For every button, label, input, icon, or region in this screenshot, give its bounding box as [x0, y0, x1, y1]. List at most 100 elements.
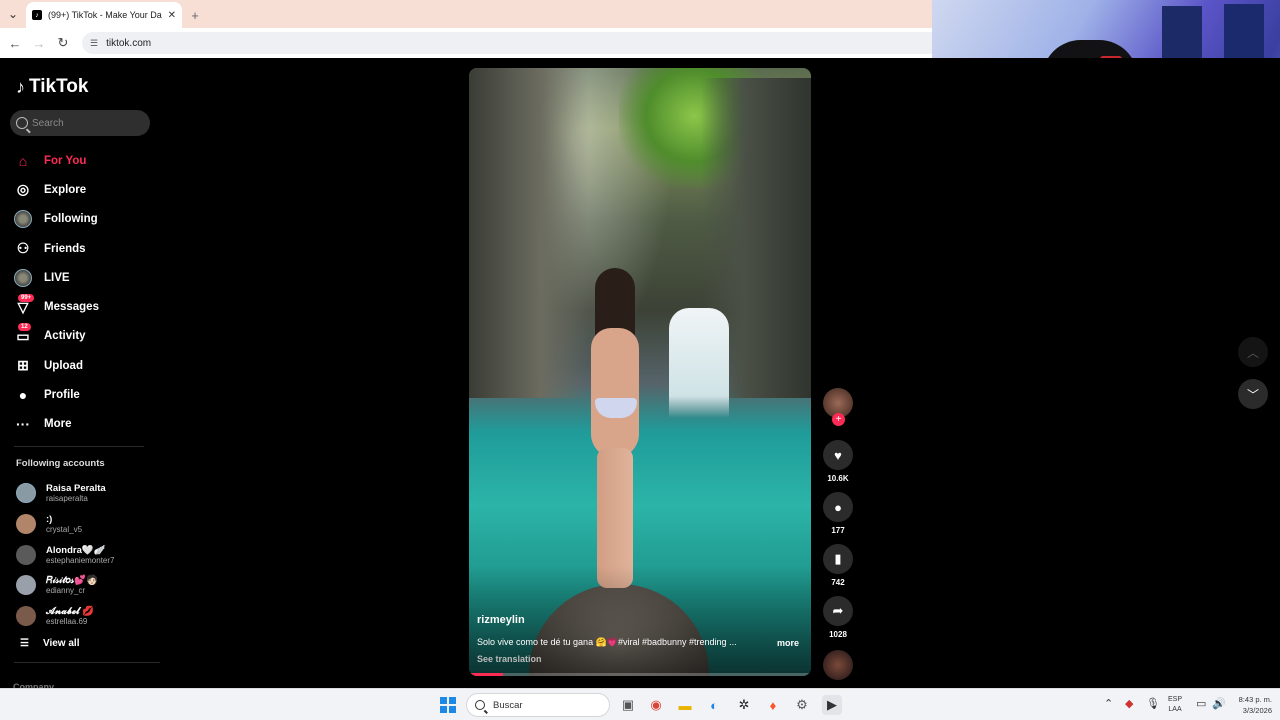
language-indicator[interactable]: ESP LAA: [1168, 695, 1182, 715]
taskbar-search-label: Buscar: [493, 699, 523, 711]
following-account[interactable]: Raisa Peralta raisaperalta: [16, 478, 166, 509]
tab-search-menu-button[interactable]: ⌄: [0, 0, 26, 28]
tray-app-icon[interactable]: ◆: [1125, 697, 1133, 710]
back-icon[interactable]: ←: [6, 34, 24, 52]
save-button[interactable]: ▮: [823, 544, 853, 574]
obs-icon[interactable]: ▶: [822, 695, 842, 715]
search-input[interactable]: Search: [10, 110, 150, 136]
taskbar-clock[interactable]: 8:43 p. m. 3/3/2026: [1230, 694, 1272, 716]
music-disc-icon[interactable]: [823, 650, 853, 680]
follow-plus-icon[interactable]: +: [832, 413, 845, 426]
video-progress-fill: [469, 673, 504, 676]
sidebar-item-profile[interactable]: ● Profile: [14, 380, 154, 409]
caption-more-button[interactable]: more: [777, 638, 799, 648]
url-text: tiktok.com: [106, 37, 152, 49]
taskbar-search[interactable]: Buscar: [466, 693, 610, 717]
sidebar-nav: ⌂ For You ◎ Explore Following ⚇ Friends …: [14, 146, 154, 439]
app-icon[interactable]: ✲: [734, 695, 754, 715]
video-progress-bar[interactable]: [469, 673, 811, 676]
sidebar-item-for-you[interactable]: ⌂ For You: [14, 146, 154, 175]
sidebar-item-friends[interactable]: ⚇ Friends: [14, 234, 154, 263]
video-person: [581, 268, 651, 588]
like-count: 10.6K: [827, 474, 849, 483]
lang-top: ESP: [1168, 696, 1183, 703]
sidebar-item-label: Activity: [44, 330, 86, 343]
clock-time: 8:43 p. m.: [1238, 695, 1272, 704]
brave-icon[interactable]: ♦: [763, 695, 783, 715]
site-info-icon[interactable]: ☰: [90, 38, 98, 49]
bookmark-icon: ▮: [834, 551, 842, 566]
heart-icon: ♥: [834, 447, 842, 463]
browser-tab[interactable]: ♪ (99+) TikTok - Make Your Day ✕: [26, 2, 182, 28]
home-icon: ⌂: [18, 152, 28, 169]
video-author[interactable]: rizmeylin: [477, 614, 525, 626]
like-button[interactable]: ♥: [823, 440, 853, 470]
tray-chevron-up-icon[interactable]: ⌃: [1104, 697, 1113, 710]
windows-start-icon[interactable]: [440, 697, 456, 713]
following-accounts-heading: Following accounts: [16, 458, 105, 469]
avatar: [16, 575, 36, 596]
avatar: [16, 514, 36, 535]
account-name: Alondra🤍🪽: [46, 544, 106, 556]
following-account[interactable]: Alondra🤍🪽 estephaniemonter7: [16, 539, 166, 570]
url-field[interactable]: ☰ tiktok.com: [82, 32, 932, 54]
following-account[interactable]: 𝑅𝒾𝓈𝒾𝓉𝑜𝓈💕🧑🏻 edianny_cr: [16, 570, 166, 601]
avatar: [16, 483, 36, 504]
sidebar-item-messages[interactable]: ▽ 99+ Messages: [14, 292, 154, 321]
list-icon: ☰: [20, 638, 29, 649]
sidebar-item-label: Explore: [44, 183, 87, 196]
sidebar-item-label: Profile: [44, 389, 80, 402]
microphone-icon[interactable]: 🎙: [1146, 697, 1160, 710]
view-all-button[interactable]: ☰ View all: [20, 638, 79, 649]
lang-bottom: LAA: [1168, 706, 1182, 713]
sidebar-item-live[interactable]: LIVE: [14, 263, 154, 292]
network-icon[interactable]: ▭: [1196, 697, 1206, 710]
chevron-down-icon: ﹀: [1246, 387, 1259, 402]
tiktok-note-icon: ♪: [16, 76, 25, 97]
compass-icon: ◎: [16, 181, 30, 198]
next-video-button[interactable]: ﹀: [1238, 379, 1268, 409]
task-view-icon[interactable]: ▣: [618, 695, 638, 715]
sidebar-item-following[interactable]: Following: [14, 205, 154, 234]
see-translation-button[interactable]: See translation: [477, 654, 542, 664]
volume-icon[interactable]: 🔊: [1212, 697, 1226, 710]
previous-video-button[interactable]: ︿: [1238, 337, 1268, 367]
edge-icon[interactable]: ◐: [704, 695, 724, 715]
sidebar-item-upload[interactable]: ⊞ Upload: [14, 351, 154, 380]
account-username: crystal_v5: [46, 525, 83, 535]
following-account[interactable]: 𝓐𝓷𝓪𝓫𝓮𝓵 💋 estrellaa.69: [16, 601, 166, 632]
share-button[interactable]: ➦: [823, 596, 853, 626]
file-explorer-icon[interactable]: ▬: [675, 695, 695, 715]
account-username: raisaperalta: [46, 494, 88, 504]
video-caption: Solo vive como te dé tu gana 🤗💗#viral #b…: [477, 637, 737, 647]
following-account[interactable]: :) crystal_v5: [16, 509, 166, 540]
video-player[interactable]: rizmeylin Solo vive como te dé tu gana 🤗…: [469, 68, 811, 676]
video-cliff-left: [469, 68, 589, 398]
friends-icon: ⚇: [16, 240, 30, 257]
action-rail: + ♥ 10.6K ● 177 ▮ 742 ➦ 1028: [818, 388, 858, 680]
windows-taskbar: Buscar ▣ ◉ ▬ ◐ ✲ ♦ ⚙ ▶ ⌃ ◆ 🎙 ESP LAA ▭ 🔊…: [0, 688, 1280, 720]
account-username: estephaniemonter7: [46, 555, 115, 565]
tab-close-icon[interactable]: ✕: [168, 10, 176, 21]
sidebar-item-activity[interactable]: ▭ 12 Activity: [14, 322, 154, 351]
steam-icon[interactable]: ⚙: [792, 695, 812, 715]
sidebar-item-more[interactable]: ··· More: [14, 410, 154, 439]
sidebar-item-label: Following: [44, 213, 98, 226]
sidebar-item-label: More: [44, 418, 72, 431]
search-icon: [475, 700, 485, 710]
comment-button[interactable]: ●: [823, 492, 853, 522]
forward-icon[interactable]: →: [30, 34, 48, 52]
video-waterfall: [669, 308, 729, 418]
new-tab-button[interactable]: +: [182, 2, 208, 28]
search-placeholder: Search: [32, 117, 64, 129]
sidebar-item-explore[interactable]: ◎ Explore: [14, 175, 154, 204]
chrome-icon[interactable]: ◉: [646, 695, 666, 715]
tiktok-logo[interactable]: ♪ TikTok: [16, 76, 88, 98]
comment-count: 177: [831, 526, 845, 535]
reload-icon[interactable]: ↻: [54, 34, 72, 52]
share-icon: ➦: [832, 603, 844, 618]
clock-date: 3/3/2026: [1242, 706, 1272, 715]
search-icon: [16, 117, 28, 129]
tab-title: (99+) TikTok - Make Your Day: [48, 10, 162, 20]
creator-avatar[interactable]: +: [823, 388, 853, 426]
